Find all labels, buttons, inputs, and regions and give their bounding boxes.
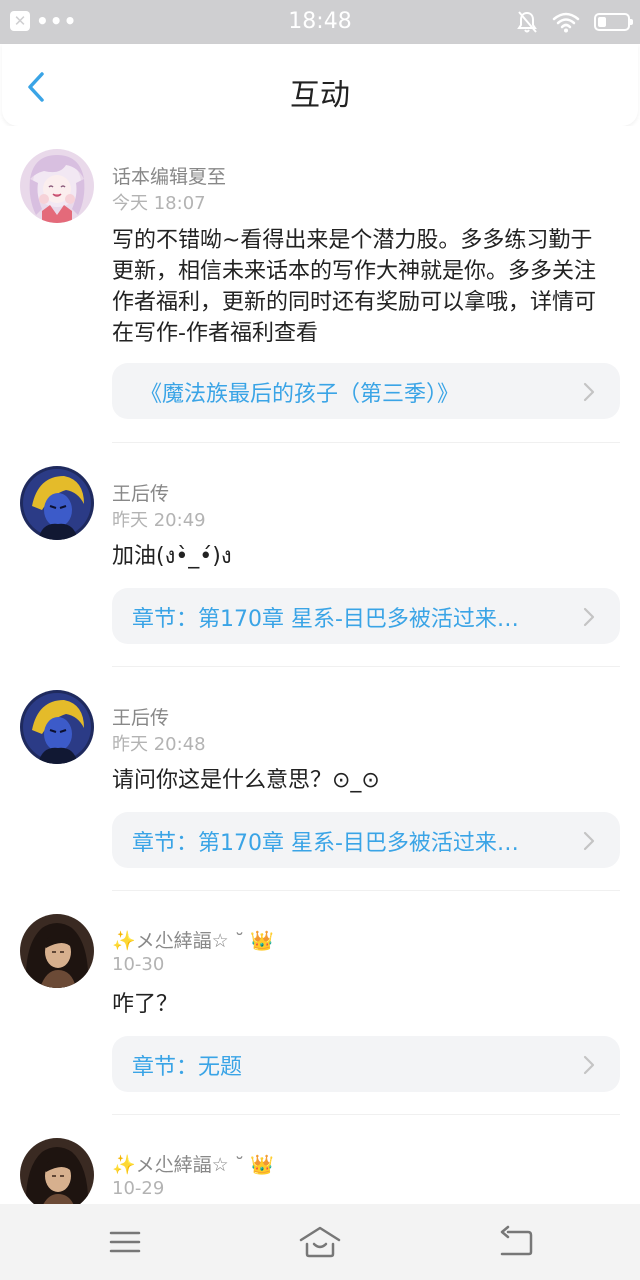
comment-text: 写的不错呦~看得出来是个潜力股。多多练习勤于更新，相信未来话本的写作大神就是你。… [112, 228, 597, 346]
silent-bell-icon [517, 11, 537, 33]
page-title: 互动 [290, 78, 350, 113]
chapter-link-chip[interactable]: 章节：第170章 星系-目巴多被活过来… [112, 588, 620, 644]
crown-icon: 👑 [250, 930, 274, 952]
interaction-list[interactable]: 话本编辑夏至 今天 18:07 写的不错呦~看得出来是个潜力股。多多练习勤于更新… [0, 126, 640, 1204]
timestamp: 10-29 [112, 1178, 165, 1199]
avatar[interactable] [20, 466, 94, 540]
battery-level-fill [598, 17, 606, 27]
work-link-chip[interactable]: 《魔法族最后的孩子（第三季）》 [112, 363, 620, 419]
crown-icon: 👑 [250, 1154, 274, 1176]
timestamp: 10-30 [112, 954, 165, 975]
username[interactable]: 王后传 [112, 479, 169, 506]
comment-text: 咋了？ [112, 992, 179, 1017]
avatar[interactable] [20, 690, 94, 764]
avatar[interactable] [20, 149, 94, 223]
comment-text: 加油(ง•̀_•́)ง [112, 544, 232, 569]
battery-icon [594, 13, 633, 31]
chapter-link-chip[interactable]: 章节：无题 [112, 1036, 620, 1092]
timestamp: 昨天 20:49 [112, 510, 206, 531]
back-icon[interactable] [496, 1224, 536, 1260]
username-text: ✨メ尐緈諨☆ ˘ [112, 930, 245, 952]
timestamp: 昨天 20:48 [112, 734, 206, 755]
divider [112, 666, 620, 667]
menu-icon[interactable] [105, 1224, 145, 1260]
username[interactable]: ✨メ尐緈諨☆ ˘ 👑 [112, 926, 274, 953]
divider [112, 890, 620, 891]
top-app-bar: 互动 [2, 44, 638, 126]
chevron-right-icon [583, 607, 595, 627]
username[interactable]: 话本编辑夏至 [112, 162, 226, 189]
chapter-link-chip[interactable]: 章节：第170章 星系-目巴多被活过来… [112, 812, 620, 868]
comment-text: 请问你这是什么意思？⊙_⊙ [112, 768, 380, 793]
username-text: ✨メ尐緈諨☆ ˘ [112, 1154, 245, 1176]
avatar[interactable] [20, 1138, 94, 1204]
interaction-screen: ✕ ••• 18:48 互动 话本编辑夏至 今天 18:07 写的不错呦~看得出… [0, 0, 640, 1280]
status-right [516, 10, 633, 34]
chapter-link-text: 章节：无题 [132, 1055, 243, 1080]
username[interactable]: 王后传 [112, 703, 169, 730]
avatar[interactable] [20, 914, 94, 988]
work-link-text: 《魔法族最后的孩子（第三季）》 [140, 382, 460, 407]
wifi-icon [552, 12, 580, 33]
divider [112, 1114, 620, 1115]
system-nav-bar [0, 1204, 640, 1280]
chevron-right-icon [583, 831, 595, 851]
status-bar: ✕ ••• 18:48 [0, 0, 640, 44]
divider [112, 442, 620, 443]
chevron-right-icon [583, 382, 595, 402]
home-icon[interactable] [298, 1224, 342, 1260]
chapter-link-text: 章节：第170章 星系-目巴多被活过来… [132, 831, 519, 856]
chapter-link-text: 章节：第170章 星系-目巴多被活过来… [132, 607, 519, 632]
timestamp: 今天 18:07 [112, 193, 206, 214]
username[interactable]: ✨メ尐緈諨☆ ˘ 👑 [112, 1150, 274, 1177]
chevron-right-icon [583, 1055, 595, 1075]
